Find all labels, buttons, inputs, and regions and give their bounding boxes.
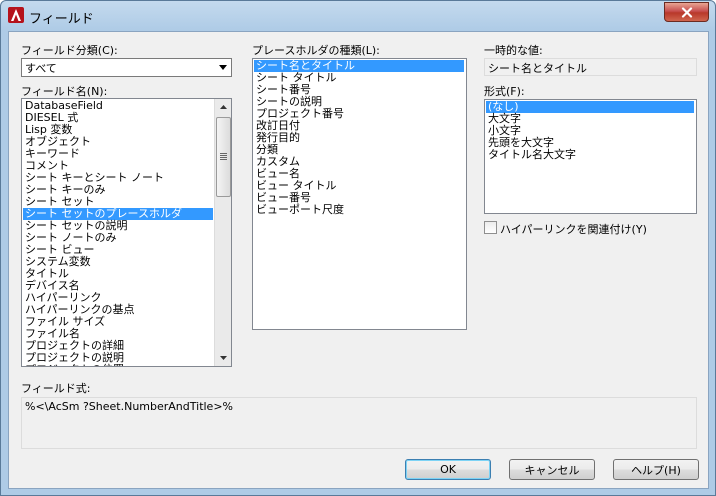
field-expression-text: %<\AcSm ?Sheet.NumberAndTitle>% xyxy=(25,400,233,413)
field-category-value: すべて xyxy=(25,62,57,75)
format-list[interactable]: (なし) 大文字 小文字 先頭を大文字 タイトル名大文字 xyxy=(484,99,697,214)
hyperlink-checkbox-label[interactable]: ハイパーリンクを関連付け(Y) xyxy=(500,221,647,237)
title-bar[interactable]: フィールド xyxy=(1,1,715,31)
field-dialog: フィールド フィールド分類(C): すべて フィールド名(N): Databas… xyxy=(0,0,716,496)
autocad-a-icon xyxy=(8,7,24,23)
help-button[interactable]: ヘルプ(H) xyxy=(613,459,699,480)
close-icon xyxy=(681,6,692,18)
close-button[interactable] xyxy=(664,2,709,22)
temporary-value-field: シート名とタイトル xyxy=(484,58,697,76)
scrollbar-thumb[interactable] xyxy=(216,117,231,197)
placeholder-type-item[interactable]: ビューポート尺度 xyxy=(254,204,464,216)
placeholder-type-list[interactable]: シート名とタイトル シート タイトル シート番号 シートの説明 プロジェクト番号 改訂日付… xyxy=(252,58,467,330)
ok-button[interactable]: OK xyxy=(405,459,491,480)
cancel-button[interactable]: キャンセル xyxy=(509,459,595,480)
format-item[interactable]: タイトル名大文字 xyxy=(486,149,694,161)
placeholder-type-item[interactable]: 発行目的 xyxy=(254,132,464,144)
chevron-down-icon[interactable] xyxy=(215,60,230,75)
field-names-scrollbar[interactable] xyxy=(214,99,231,366)
placeholder-type-label: プレースホルダの種類(L): xyxy=(252,44,380,57)
dialog-body: フィールド分類(C): すべて フィールド名(N): DatabaseField… xyxy=(8,31,709,489)
scroll-up-arrow-icon[interactable] xyxy=(215,99,231,115)
hyperlink-checkbox[interactable] xyxy=(484,221,497,234)
scroll-down-arrow-icon[interactable] xyxy=(215,350,231,366)
field-category-label: フィールド分類(C): xyxy=(21,44,118,57)
dialog-title: フィールド xyxy=(29,12,94,27)
field-names-list[interactable]: DatabaseField DIESEL 式 Lisp 変数 オブジェクト キーワードコ… xyxy=(21,98,232,367)
temporary-value-text: シート名とタイトル xyxy=(488,62,587,75)
field-expression-box[interactable]: %<\AcSm ?Sheet.NumberAndTitle>% xyxy=(21,397,697,449)
field-name-item[interactable]: プロジェクトの位置 xyxy=(23,364,213,367)
field-category-dropdown[interactable]: すべて xyxy=(21,58,232,77)
field-names-label: フィールド名(N): xyxy=(21,85,108,98)
format-label: 形式(F): xyxy=(484,85,525,98)
field-expression-label: フィールド式: xyxy=(21,382,91,395)
temporary-value-label: 一時的な値: xyxy=(484,44,543,57)
